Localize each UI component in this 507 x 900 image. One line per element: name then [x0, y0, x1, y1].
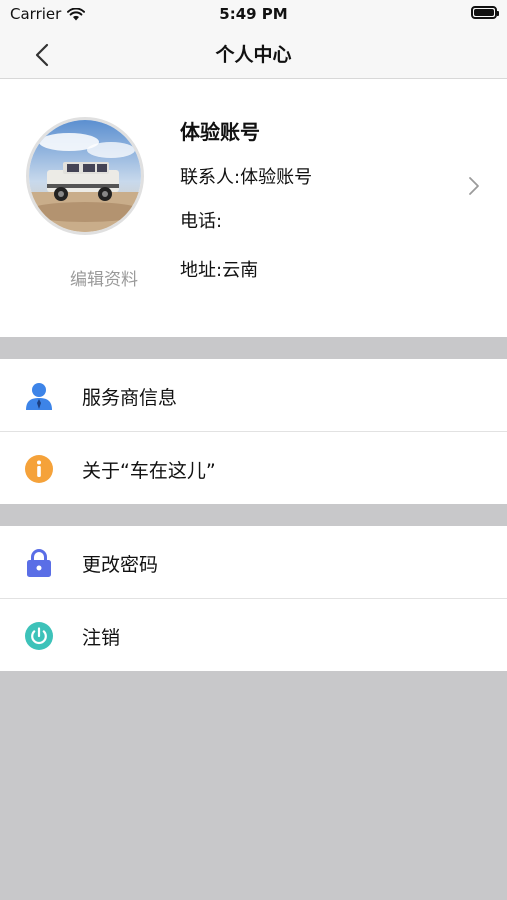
nav-bar: 个人中心	[0, 30, 507, 79]
chevron-right-icon[interactable]	[465, 175, 483, 197]
profile-card[interactable]: 编辑资料 体验账号 联系人:体验账号 电话: 地址:云南	[0, 79, 507, 337]
contact-person: 联系人:体验账号	[180, 167, 313, 188]
person-icon	[26, 383, 52, 410]
account-name: 体验账号	[180, 120, 260, 144]
info-icon	[25, 455, 53, 483]
menu-group-info: 服务商信息 关于“车在这儿”	[0, 359, 507, 504]
avatar-car-image	[29, 120, 141, 232]
menu-item-label: 注销	[82, 627, 121, 649]
menu-group-account: 更改密码 注销	[0, 526, 507, 671]
battery-icon	[471, 6, 499, 19]
lock-icon	[27, 549, 51, 577]
menu-item-label: 更改密码	[82, 554, 159, 576]
menu-item-provider-info[interactable]: 服务商信息	[0, 359, 507, 432]
page-title: 个人中心	[215, 44, 292, 66]
address: 地址:云南	[180, 260, 259, 281]
avatar[interactable]	[26, 117, 144, 235]
menu-item-logout[interactable]: 注销	[0, 599, 507, 671]
menu-item-label: 关于“车在这儿”	[82, 460, 216, 482]
menu-item-label: 服务商信息	[82, 387, 178, 409]
phone-number: 电话:	[180, 211, 223, 232]
status-bar: Carrier 5:49 PM	[0, 0, 507, 30]
edit-profile-link[interactable]: 编辑资料	[40, 265, 168, 290]
status-time: 5:49 PM	[219, 5, 288, 23]
menu-item-change-password[interactable]: 更改密码	[0, 526, 507, 599]
menu-item-about[interactable]: 关于“车在这儿”	[0, 432, 507, 504]
power-icon	[25, 622, 53, 650]
